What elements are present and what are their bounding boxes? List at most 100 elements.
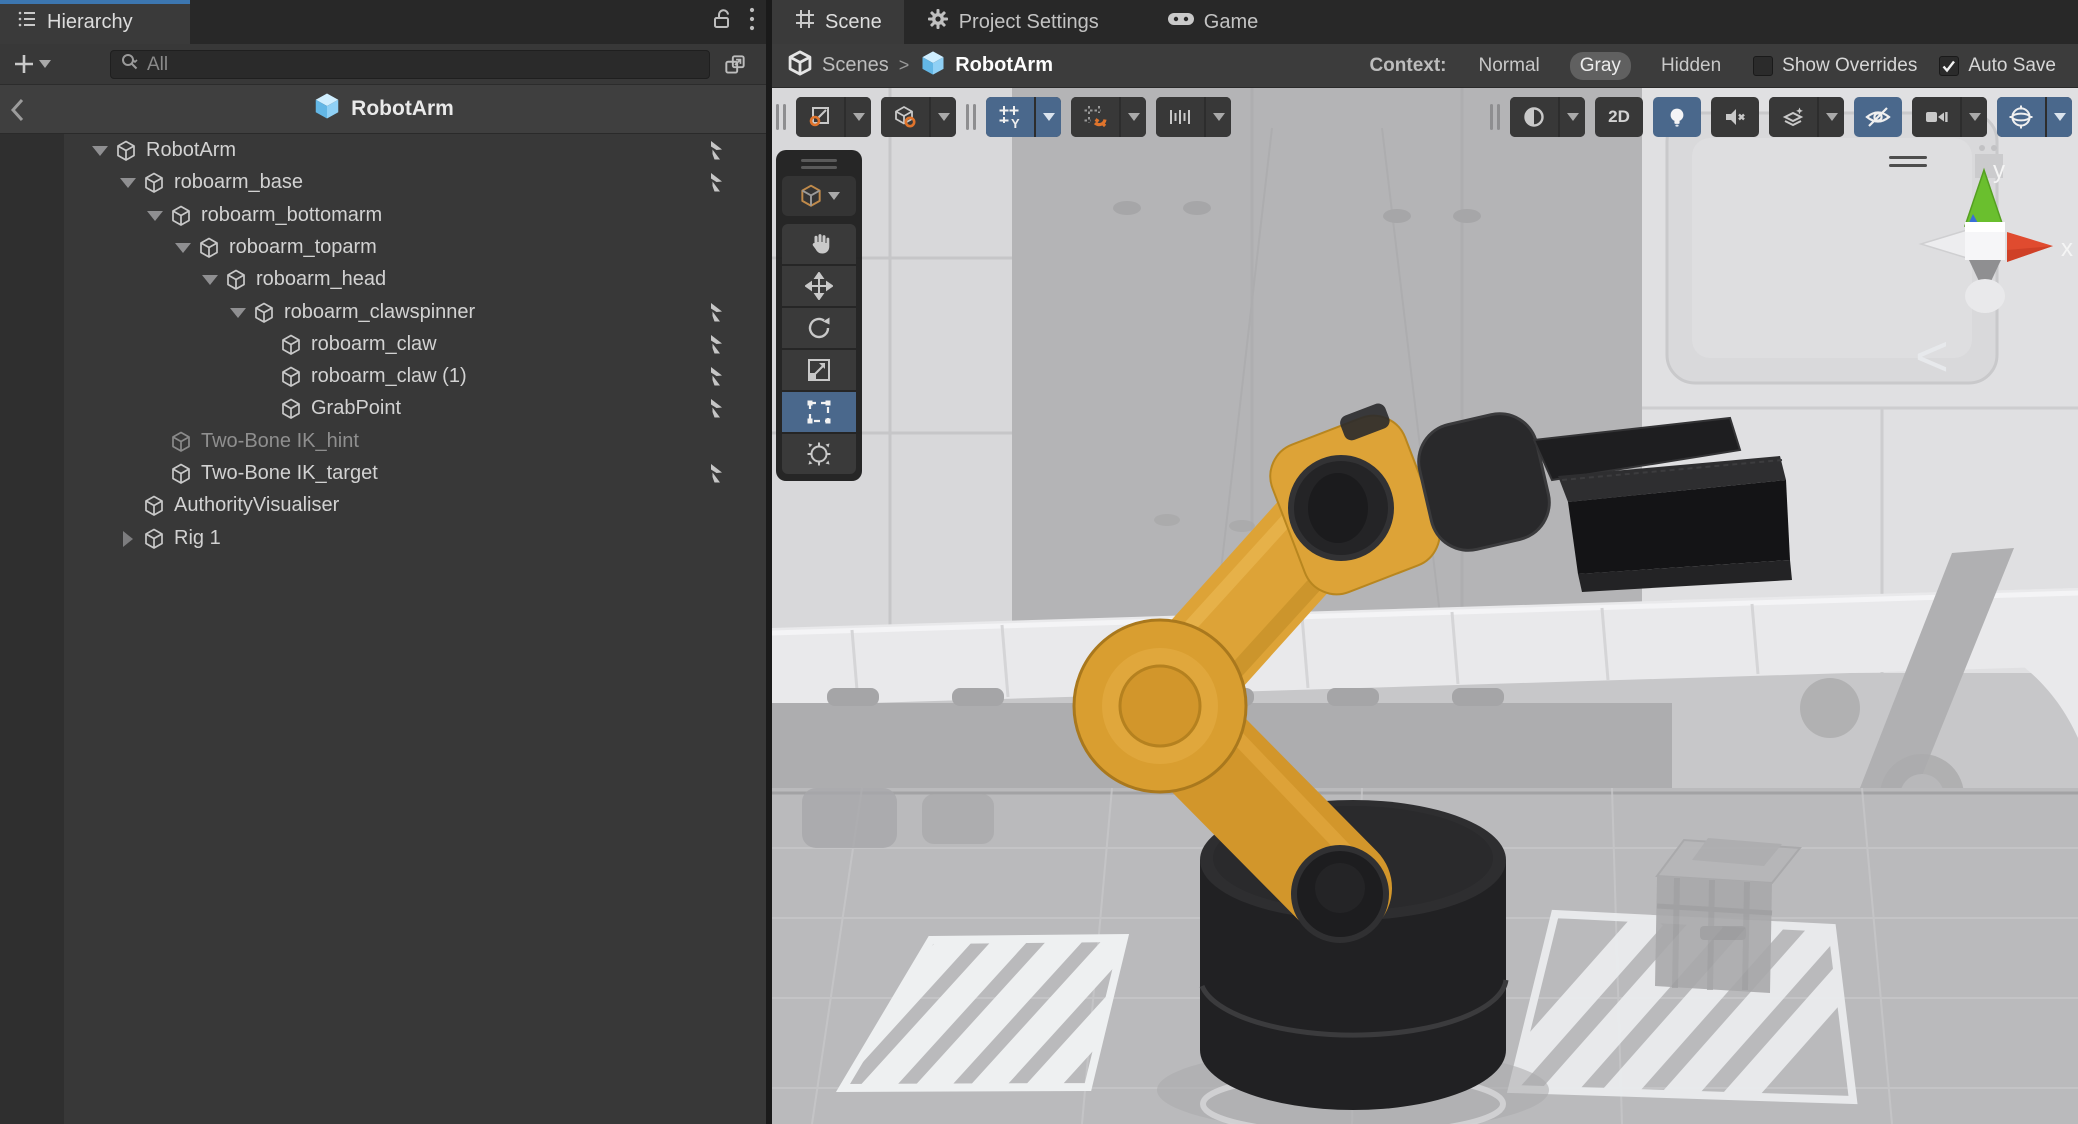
snap-dropdown[interactable] xyxy=(1121,97,1146,137)
snap-increment-button[interactable] xyxy=(1156,97,1204,137)
scene-viewport[interactable]: < xyxy=(772,88,2078,1124)
effects-toggle-button[interactable] xyxy=(1769,97,1817,137)
tree-row-roboarm-head[interactable]: roboarm_head xyxy=(0,263,766,296)
expand-triangle-icon[interactable] xyxy=(226,296,250,329)
search-input[interactable] xyxy=(147,54,701,76)
expand-triangle-icon[interactable] xyxy=(116,522,140,555)
open-new-window-icon[interactable] xyxy=(722,52,748,84)
pick-cursor-icon[interactable] xyxy=(708,463,730,485)
tree-row-roboarm-claw[interactable]: roboarm_claw xyxy=(0,328,766,361)
context-option-hidden[interactable]: Hidden xyxy=(1651,52,1731,80)
expand-triangle-icon[interactable] xyxy=(88,134,112,167)
add-object-button[interactable] xyxy=(12,52,51,76)
breadcrumb-bar: Scenes > RobotArm Context: NormalGrayHid… xyxy=(772,44,2078,88)
gameobject-cube-icon xyxy=(114,139,138,163)
tab-project-settings[interactable]: Project Settings xyxy=(904,0,1121,44)
unlock-icon[interactable] xyxy=(710,7,734,37)
tree-row-rig-1[interactable]: Rig 1 xyxy=(0,522,766,555)
move-tool-icon xyxy=(805,272,833,300)
gizmos-dropdown[interactable] xyxy=(2047,97,2072,137)
scale-tool[interactable] xyxy=(782,350,856,390)
tree-row-authorityvisualiser[interactable]: AuthorityVisualiser xyxy=(0,489,766,522)
breadcrumb-current[interactable]: RobotArm xyxy=(955,54,1053,77)
pick-cursor-icon[interactable] xyxy=(708,302,730,324)
tree-row-roboarm-bottomarm[interactable]: roboarm_bottomarm xyxy=(0,199,766,232)
pick-cursor-icon[interactable] xyxy=(708,366,730,388)
tree-item-label: RobotArm xyxy=(146,139,236,162)
draw-mode-dropdown[interactable] xyxy=(1560,97,1585,137)
tab-hierarchy[interactable]: Hierarchy xyxy=(0,0,190,44)
snap-toggle-button[interactable] xyxy=(1071,97,1119,137)
tree-item-label: roboarm_clawspinner xyxy=(284,301,475,324)
camera-dropdown[interactable] xyxy=(1962,97,1987,137)
expand-triangle-icon[interactable] xyxy=(143,199,167,232)
view-hand-tool[interactable] xyxy=(782,224,856,264)
transform-tool[interactable] xyxy=(782,434,856,474)
rect-tool[interactable] xyxy=(782,392,856,432)
drag-handle-icon[interactable] xyxy=(1490,104,1500,130)
tree-row-two-bone-ik-hint[interactable]: Two-Bone IK_hint xyxy=(0,425,766,458)
gameobject-cube-icon xyxy=(142,494,166,518)
handle-orientation-button[interactable] xyxy=(881,97,929,137)
tab-game-label: Game xyxy=(1204,11,1258,34)
pick-cursor-icon[interactable] xyxy=(708,172,730,194)
drag-handle-icon[interactable] xyxy=(776,104,786,130)
breadcrumb-chevron: > xyxy=(897,55,912,76)
hierarchy-panel: Hierarchy xyxy=(0,0,766,1124)
grid-visibility-button[interactable]: Y xyxy=(986,97,1034,137)
auto-save-toggle[interactable]: Auto Save xyxy=(1939,55,2056,77)
auto-save-checkbox[interactable] xyxy=(1939,56,1959,76)
context-option-normal[interactable]: Normal xyxy=(1469,52,1550,80)
hierarchy-tabbar: Hierarchy xyxy=(0,0,766,44)
effects-dropdown[interactable] xyxy=(1819,97,1844,137)
2d-view-button[interactable]: 2D xyxy=(1595,97,1643,137)
pick-cursor-icon[interactable] xyxy=(708,334,730,356)
tab-hierarchy-label: Hierarchy xyxy=(47,11,133,34)
tool-handle-pivot-button[interactable] xyxy=(796,97,844,137)
tree-row-robotarm[interactable]: RobotArm xyxy=(0,134,766,167)
tree-row-roboarm-claw-1-[interactable]: roboarm_claw (1) xyxy=(0,360,766,393)
move-tool[interactable] xyxy=(782,266,856,306)
expand-triangle-icon[interactable] xyxy=(198,263,222,296)
drag-handle-icon[interactable] xyxy=(782,156,856,176)
pick-cursor-icon[interactable] xyxy=(708,140,730,162)
rotate-tool[interactable] xyxy=(782,308,856,348)
tree-row-roboarm-clawspinner[interactable]: roboarm_clawspinner xyxy=(0,296,766,329)
gizmos-toggle-button[interactable] xyxy=(1997,97,2045,137)
tree-row-roboarm-base[interactable]: roboarm_base xyxy=(0,166,766,199)
context-option-gray[interactable]: Gray xyxy=(1570,52,1631,80)
tab-scene[interactable]: Scene xyxy=(772,0,904,44)
drag-handle-icon[interactable] xyxy=(966,104,976,130)
audio-mute-icon[interactable] xyxy=(1711,97,1759,137)
tab-game[interactable]: Game xyxy=(1145,0,1280,44)
kebab-menu-icon[interactable] xyxy=(748,6,756,38)
draw-mode-button[interactable] xyxy=(1510,97,1558,137)
pick-cursor-icon[interactable] xyxy=(708,398,730,420)
pivot-dropdown[interactable] xyxy=(846,97,871,137)
show-overrides-toggle[interactable]: Show Overrides xyxy=(1753,55,1917,77)
hidden-objects-button[interactable] xyxy=(1854,97,1902,137)
search-icon xyxy=(119,51,141,79)
expand-triangle-icon[interactable] xyxy=(171,231,195,264)
auto-save-label: Auto Save xyxy=(1968,55,2056,77)
show-overrides-checkbox[interactable] xyxy=(1753,56,1773,76)
snap-increment-dropdown[interactable] xyxy=(1206,97,1231,137)
grid-dropdown[interactable] xyxy=(1036,97,1061,137)
orientation-gizmo[interactable]: y x xyxy=(1909,138,2078,314)
tree-row-grabpoint[interactable]: GrabPoint xyxy=(0,392,766,425)
tree-item-label: roboarm_base xyxy=(174,171,303,194)
scene-lighting-button[interactable] xyxy=(1653,97,1701,137)
breadcrumb-scenes[interactable]: Scenes xyxy=(822,54,889,77)
tool-context-cube-icon xyxy=(798,183,824,209)
hierarchy-search[interactable] xyxy=(110,50,710,79)
tree-item-label: roboarm_claw xyxy=(311,333,437,356)
tree-item-label: roboarm_bottomarm xyxy=(201,204,382,227)
scene-camera-button[interactable] xyxy=(1912,97,1960,137)
orientation-dropdown[interactable] xyxy=(931,97,956,137)
expand-triangle-icon[interactable] xyxy=(116,166,140,199)
prefab-header: RobotArm xyxy=(0,84,766,134)
tree-row-roboarm-toparm[interactable]: roboarm_toparm xyxy=(0,231,766,264)
back-chevron-icon[interactable] xyxy=(8,97,28,129)
tree-row-two-bone-ik-target[interactable]: Two-Bone IK_target xyxy=(0,457,766,490)
tool-context-button[interactable] xyxy=(782,176,856,216)
